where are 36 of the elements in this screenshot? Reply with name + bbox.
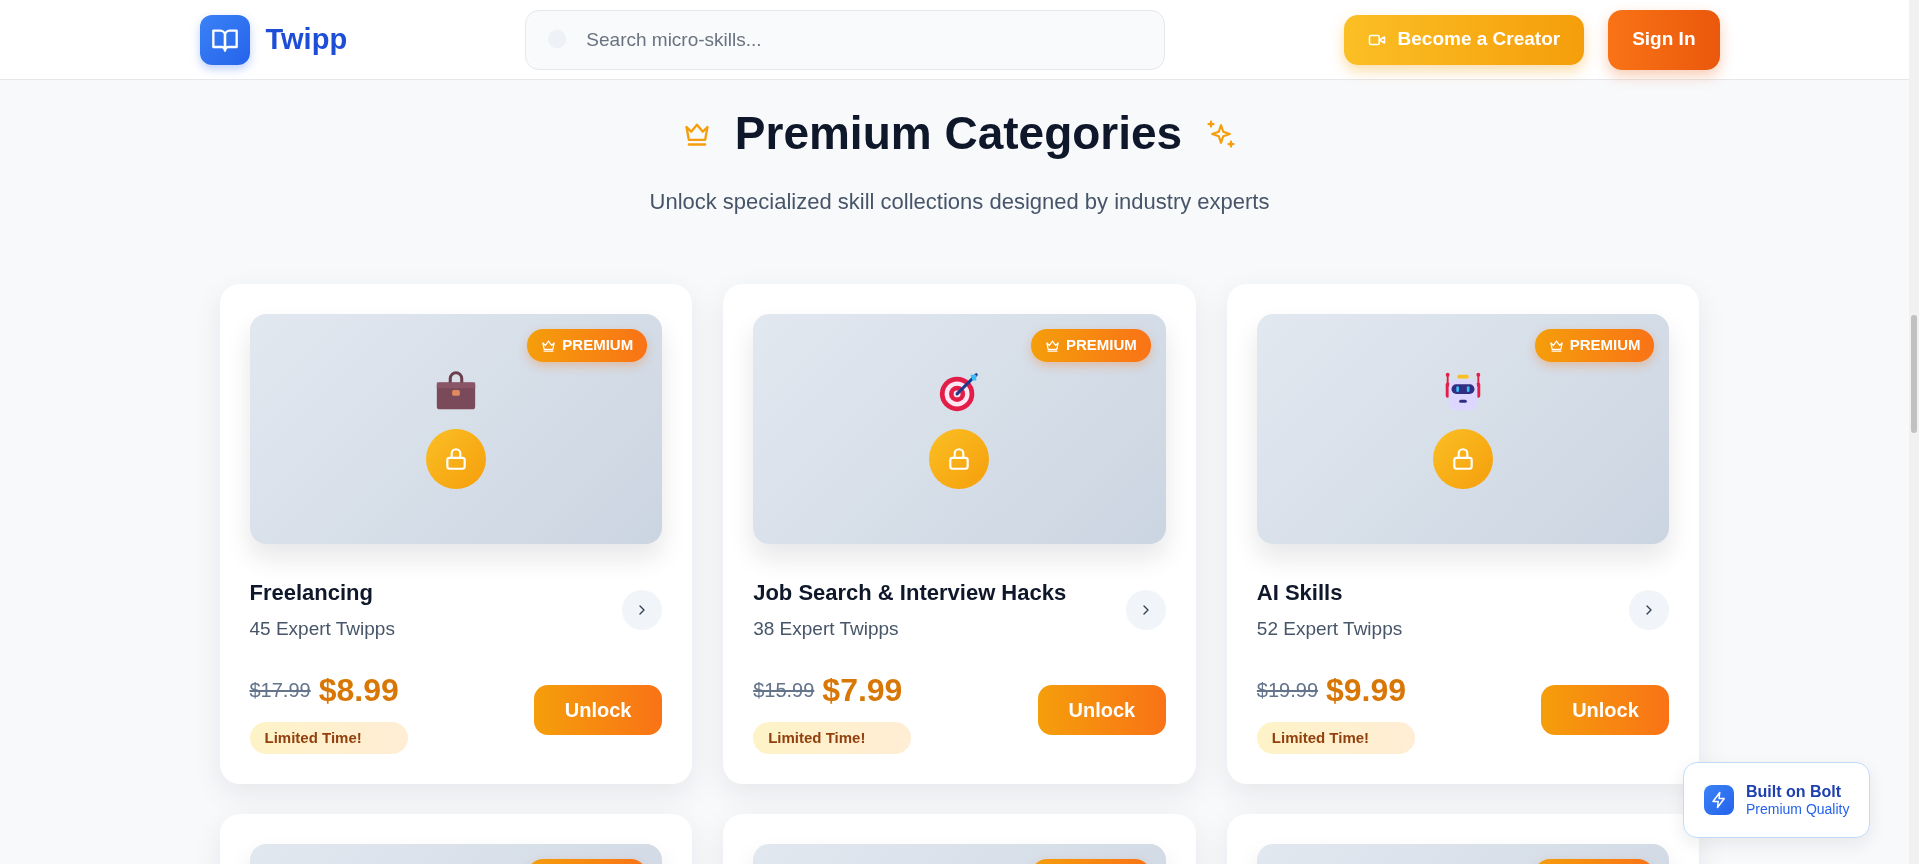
badge-title: Built on Bolt [1746, 782, 1843, 802]
logo-icon[interactable] [199, 14, 250, 65]
limited-time-tag: Limited Time! [249, 721, 408, 755]
search-field[interactable]: Search micro-skills... [525, 9, 1166, 70]
category-card[interactable]: PREMIUM Freelancing 45 Expert Twipps $17.99 $8.99 Limited Time! Unlock [219, 284, 693, 785]
bolt-glyph-icon [1710, 791, 1728, 809]
category-card[interactable]: PREMIUM AI Skills 52 Expert Twipps $19.99 $9.99 Limited Time! Unlock [1226, 284, 1700, 785]
twipp-count: 38 Expert Twipps [753, 617, 900, 642]
original-price: $15.99 [753, 677, 815, 703]
premium-badge: PREMIUM [527, 329, 648, 362]
built-on-bolt-badge[interactable]: Built on Bolt Premium Quality [1683, 762, 1871, 838]
category-card[interactable]: PREMIUM Job Search & Interview Hacks 38 Expert Twipps $15.99 $7.99 Limited Time! Unlock [723, 284, 1196, 785]
sale-price: $8.99 [318, 670, 399, 710]
crown-icon [541, 337, 557, 353]
premium-badge: PREMIUM [1534, 329, 1655, 362]
sparkles-icon [1206, 118, 1237, 149]
sale-price: $7.99 [822, 670, 903, 710]
logo-text[interactable]: Twipp [265, 17, 348, 62]
card-title: Freelancing [249, 579, 374, 608]
card-title: AI Skills [1256, 579, 1344, 608]
badge-subtitle: Premium Quality [1746, 801, 1850, 818]
scrollbar[interactable] [1909, 0, 1919, 864]
card-title: Job Search & Interview Hacks [753, 579, 1067, 608]
section-subtitle: Unlock specialized skill collections designed by industry experts [649, 189, 1270, 215]
twipp-count: 45 Expert Twipps [249, 617, 395, 642]
premium-badge: PREMIUM [1031, 329, 1151, 362]
section-title: Premium Categories [734, 106, 1183, 161]
crown-icon [1045, 337, 1060, 353]
crown-icon [1548, 337, 1564, 353]
limited-time-tag: Limited Time! [753, 721, 912, 755]
twipp-count: 52 Expert Twipps [1256, 617, 1403, 642]
original-price: $19.99 [1256, 677, 1318, 703]
limited-time-tag: Limited Time! [1256, 721, 1415, 755]
scrollbar-thumb[interactable] [1911, 315, 1917, 433]
sale-price: $9.99 [1326, 670, 1407, 710]
original-price: $17.99 [249, 677, 311, 703]
